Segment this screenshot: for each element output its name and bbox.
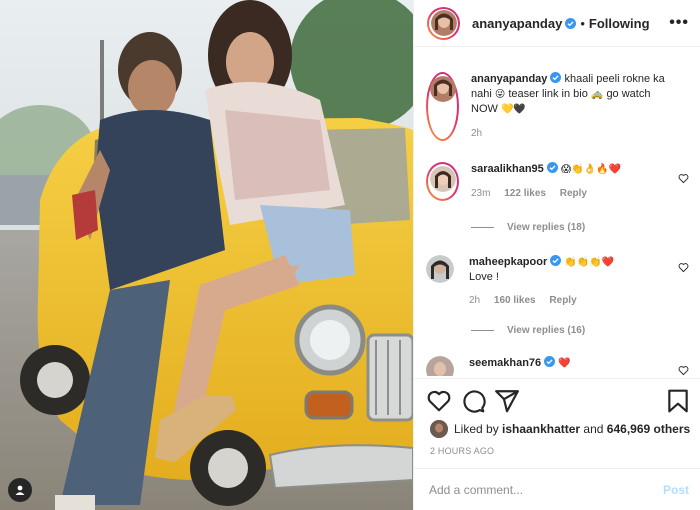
caption-emoji-3: 💛🖤 bbox=[500, 104, 526, 115]
bookmark-icon[interactable] bbox=[665, 388, 691, 414]
paper-plane-icon[interactable] bbox=[494, 388, 520, 414]
tagged-users-button[interactable] bbox=[8, 478, 32, 502]
caption-emoji-1: 😜 bbox=[494, 89, 506, 100]
post-image bbox=[0, 0, 413, 510]
reply-button[interactable]: Reply bbox=[549, 295, 576, 306]
following-button[interactable]: Following bbox=[589, 16, 650, 31]
user-tag-icon bbox=[15, 485, 25, 495]
comment-likes[interactable]: 160 likes bbox=[494, 295, 536, 306]
liked-by-user[interactable]: ishaankhatter bbox=[502, 422, 580, 436]
add-comment-bar: Post bbox=[414, 468, 700, 510]
post-photo[interactable] bbox=[0, 0, 413, 510]
like-comment-heart-icon[interactable] bbox=[678, 173, 689, 184]
post-side-panel: ananyapanday • Following ••• ananyapanda… bbox=[413, 0, 700, 510]
verified-badge-icon bbox=[546, 162, 558, 173]
comment-item: maheepkapoor 👏👏👏❤️ Love ! 2h 160 likes R… bbox=[426, 255, 691, 308]
comment-item: saraalikhan95 😱👏👌🔥❤️ 23m 122 likes Reply bbox=[426, 162, 691, 201]
avatar-image bbox=[429, 165, 456, 192]
comment-icon[interactable] bbox=[460, 388, 486, 414]
caption-emoji-2: 🚕 bbox=[590, 89, 604, 100]
view-replies-button[interactable]: View replies (16) bbox=[471, 325, 585, 336]
comment-time: 2h bbox=[469, 295, 481, 306]
verified-badge-icon bbox=[550, 255, 562, 266]
header-username[interactable]: ananyapanday bbox=[472, 16, 562, 31]
comment-time: 23m bbox=[471, 188, 491, 199]
profile-avatar[interactable] bbox=[427, 6, 460, 40]
liked-by-prefix: Liked by bbox=[454, 422, 499, 436]
verified-badge-icon bbox=[544, 356, 556, 367]
post-comment-button[interactable]: Post bbox=[663, 483, 689, 497]
caption-text-2: teaser link in bio bbox=[508, 88, 588, 100]
comment-username[interactable]: saraalikhan95 bbox=[471, 163, 544, 175]
comment-item: seemakhan76 ❤️ bbox=[426, 356, 691, 376]
comment-likes[interactable]: 122 likes bbox=[504, 188, 546, 199]
verified-badge-icon bbox=[550, 72, 562, 83]
like-comment-heart-icon[interactable] bbox=[678, 262, 689, 273]
caption-time: 2h bbox=[471, 128, 483, 139]
comment-avatar[interactable] bbox=[426, 162, 459, 201]
comment-username[interactable]: maheepkapoor bbox=[469, 256, 547, 268]
view-replies-label: View replies (16) bbox=[507, 325, 586, 336]
likes-summary: Liked by ishaankhatter and 646,969 other… bbox=[430, 420, 690, 438]
comment-avatar[interactable] bbox=[426, 356, 454, 376]
like-comment-heart-icon[interactable] bbox=[678, 365, 689, 376]
caption: ananyapanday khaali peeli rokne ka nahi … bbox=[426, 72, 691, 141]
replies-divider bbox=[471, 330, 494, 331]
comment-emojis: 👏👏👏❤️ bbox=[564, 257, 615, 268]
header-separator: • bbox=[580, 15, 585, 31]
caption-username[interactable]: ananyapanday bbox=[471, 73, 547, 85]
comment-text: 😱👏👌🔥❤️ bbox=[560, 164, 622, 175]
liker-avatar[interactable] bbox=[430, 420, 448, 438]
heart-outline-icon[interactable] bbox=[426, 388, 452, 414]
avatar-image bbox=[430, 10, 457, 36]
verified-badge-icon bbox=[565, 17, 577, 29]
caption-avatar[interactable] bbox=[426, 72, 459, 141]
more-options-icon[interactable]: ••• bbox=[669, 14, 689, 32]
comment-avatar[interactable] bbox=[426, 255, 454, 283]
comment-input[interactable] bbox=[429, 482, 663, 497]
post-header: ananyapanday • Following ••• bbox=[414, 0, 700, 47]
comment-emojis: ❤️ bbox=[558, 358, 571, 369]
comment-username[interactable]: seemakhan76 bbox=[469, 357, 541, 369]
likes-count[interactable]: 646,969 others bbox=[607, 422, 690, 436]
liked-by-middle: and bbox=[583, 422, 604, 436]
comment-text: Love ! bbox=[469, 271, 499, 283]
replies-divider bbox=[471, 227, 494, 228]
view-replies-label: View replies (18) bbox=[507, 222, 586, 233]
avatar-image bbox=[429, 75, 456, 102]
post-timestamp[interactable]: 2 HOURS AGO bbox=[430, 446, 494, 456]
reply-button[interactable]: Reply bbox=[560, 188, 587, 199]
comments-list[interactable]: ananyapanday khaali peeli rokne ka nahi … bbox=[414, 56, 700, 376]
view-replies-button[interactable]: View replies (18) bbox=[471, 222, 585, 233]
post-actions bbox=[414, 378, 700, 422]
